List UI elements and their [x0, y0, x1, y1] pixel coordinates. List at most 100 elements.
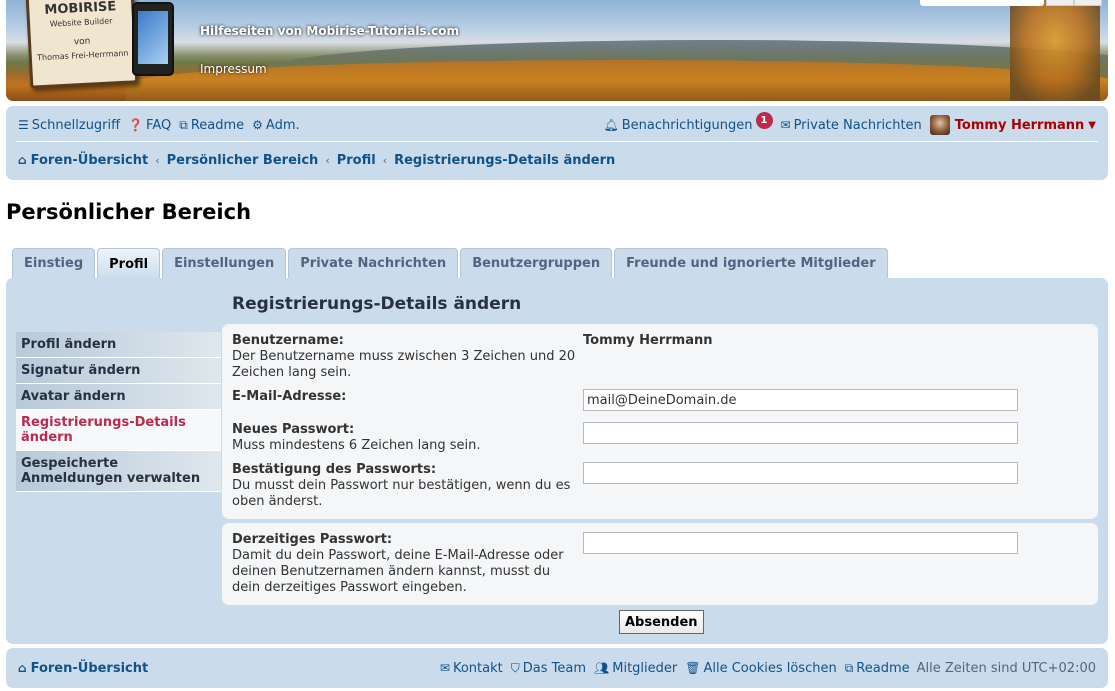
inbox-icon: ✉ — [780, 118, 791, 132]
tablet-image — [132, 2, 174, 76]
avatar — [929, 115, 950, 135]
email-label-block: E-Mail-Adresse: — [232, 389, 577, 405]
email-field[interactable] — [583, 389, 1018, 411]
users-icon: 👥︎ — [594, 661, 610, 675]
sidemenu-item-signature[interactable]: Signatur ändern — [16, 358, 221, 384]
current-password-hint: Damit du dein Passwort, deine E-Mail-Adr… — [232, 548, 564, 595]
delete-cookies-label: Alle Cookies löschen — [703, 660, 837, 676]
notifications-badge: 1 — [755, 111, 773, 129]
sidemenu-item-avatar[interactable]: Avatar ändern — [16, 384, 221, 410]
hamburger-icon: ☰ — [18, 118, 29, 132]
footer-readme-link[interactable]: ⧉ Readme — [845, 661, 910, 676]
new-password-field[interactable] — [583, 422, 1018, 444]
site-title[interactable]: Hilfeseiten von Mobirise-Tutorials.com — [200, 24, 459, 38]
notifications-label: Benachrichtigungen — [621, 117, 753, 133]
private-messages-link[interactable]: ✉ Private Nachrichten — [781, 118, 922, 133]
chevron-left-icon: ‹ — [382, 153, 388, 167]
members-link[interactable]: 👥︎ Mitglieder — [594, 661, 677, 676]
ucp-sidemenu: Profil ändern Signatur ändern Avatar änd… — [16, 332, 221, 492]
new-password-hint: Muss mindestens 6 Zeichen lang sein. — [232, 438, 481, 453]
faq-link[interactable]: ❓ FAQ — [128, 118, 171, 133]
chevron-left-icon: ‹ — [325, 153, 330, 167]
contact-label: Kontakt — [452, 660, 503, 676]
admin-link[interactable]: ⚙ Adm. — [252, 118, 299, 133]
caret-down-icon: ▼ — [1088, 119, 1096, 131]
submit-button[interactable]: Absenden — [619, 610, 704, 634]
tab-profile[interactable]: Profil — [97, 248, 161, 279]
tab-usergroups[interactable]: Benutzergruppen — [460, 248, 613, 278]
confirm-password-hint: Du musst dein Passwort nur bestätigen, w… — [232, 478, 571, 509]
contact-link[interactable]: ✉ Kontakt — [440, 661, 503, 676]
quicklinks-label: Schnellzugriff — [31, 117, 121, 133]
advanced-search-button[interactable] — [1074, 0, 1102, 6]
username-value: Tommy Herrmann — [583, 333, 713, 348]
quicklinks-menu[interactable]: ☰ Schnellzugriff — [18, 118, 120, 133]
username-value-block: Tommy Herrmann — [583, 333, 713, 348]
breadcrumb-item-profile[interactable]: Profil — [337, 153, 376, 168]
current-password-fieldset: Derzeitiges Passwort: Damit du dein Pass… — [222, 523, 1098, 605]
copy-icon: ⧉ — [179, 117, 188, 132]
sidemenu-item-profile[interactable]: Profil ändern — [16, 332, 221, 358]
search-input[interactable] — [920, 0, 1044, 6]
notifications-link[interactable]: 🔔︎ Benachrichtigungen 1 — [603, 111, 773, 134]
username-label: Benutzername: — [232, 333, 344, 348]
bell-icon: 🔔︎ — [603, 118, 619, 132]
footer-readme-label: Readme — [856, 660, 910, 676]
team-label: Das Team — [522, 660, 586, 676]
confirm-password-label: Bestätigung des Passworts: — [232, 462, 437, 477]
delete-cookies-link[interactable]: 🗑︎ Alle Cookies löschen — [685, 661, 836, 676]
team-link[interactable]: ⛉ Das Team — [511, 661, 586, 676]
home-icon: ⌂ — [18, 661, 27, 675]
home-icon: ⌂ — [18, 153, 27, 167]
faq-label: FAQ — [146, 117, 172, 133]
user-menu[interactable]: Tommy Herrmann ▼ — [929, 115, 1096, 135]
site-logo[interactable]: MOBIRISE Website Builder von Thomas Frei… — [25, 0, 139, 89]
shield-icon: ⛉ — [510, 660, 520, 675]
email-label: E-Mail-Adresse: — [232, 389, 347, 404]
current-password-label: Derzeitiges Passwort: — [232, 532, 393, 547]
breadcrumb-item-ucp[interactable]: Persönlicher Bereich — [167, 153, 319, 168]
sidemenu-item-reg-details[interactable]: Registrierungs-Details ändern — [16, 410, 221, 451]
sidemenu-item-autologin[interactable]: Gespeicherte Anmeldungen verwalten — [16, 451, 221, 492]
search-button[interactable] — [1046, 0, 1074, 6]
impressum-link[interactable]: Impressum — [200, 62, 267, 76]
footer-index-label: Foren-Übersicht — [30, 660, 149, 676]
confirm-password-label-block: Bestätigung des Passworts: Du musst dein… — [232, 462, 577, 510]
form-title: Registrierungs-Details ändern — [232, 294, 522, 314]
breadcrumb-label: Foren-Übersicht — [30, 152, 149, 168]
question-circle-icon: ❓ — [128, 118, 144, 132]
new-password-label-block: Neues Passwort: Muss mindestens 6 Zeiche… — [232, 422, 577, 454]
tab-friends-foes[interactable]: Freunde und ignorierte Mitglieder — [614, 248, 888, 278]
banner-tree — [1010, 0, 1100, 101]
tab-private-messages[interactable]: Private Nachrichten — [288, 248, 459, 278]
new-password-value-block — [583, 422, 1018, 444]
ucp-tabs: Einstieg Profil Einstellungen Private Na… — [12, 248, 890, 279]
logo-author: Thomas Frei-Herrmann — [36, 48, 129, 63]
header-banner: MOBIRISE Website Builder von Thomas Frei… — [6, 0, 1108, 101]
new-password-label: Neues Passwort: — [232, 422, 355, 437]
readme-label: Readme — [190, 117, 245, 133]
confirm-password-field[interactable] — [583, 462, 1018, 484]
readme-link[interactable]: ⧉ Readme — [179, 118, 244, 133]
current-password-field[interactable] — [583, 532, 1018, 554]
cogs-icon: ⚙ — [252, 118, 263, 132]
ucp-panel: Registrierungs-Details ändern Profil änd… — [6, 278, 1108, 644]
username-label-block: Benutzername: Der Benutzername muss zwis… — [232, 333, 577, 381]
username-hint: Der Benutzername muss zwischen 3 Zeichen… — [232, 349, 576, 380]
breadcrumb: ⌂ Foren-Übersicht ‹ Persönlicher Bereich… — [18, 149, 1096, 171]
chevron-left-icon: ‹ — [155, 153, 160, 167]
timezone-text: Alle Zeiten sind UTC+02:00 — [916, 660, 1096, 676]
breadcrumb-item-index[interactable]: ⌂ Foren-Übersicht — [18, 153, 148, 168]
footer-navbar: ⌂ Foren-Übersicht ✉ Kontakt ⛉ Das Team 👥… — [6, 648, 1108, 688]
nav-top-row: ☰ Schnellzugriff ❓ FAQ ⧉ Readme ⚙ Adm. 🔔… — [18, 111, 1096, 136]
members-label: Mitglieder — [612, 660, 678, 676]
breadcrumb-item-reg-details[interactable]: Registrierungs-Details ändern — [394, 153, 615, 168]
footer-index-link[interactable]: ⌂ Foren-Übersicht — [18, 661, 148, 676]
tab-overview[interactable]: Einstieg — [12, 248, 96, 278]
reg-details-fieldset: Benutzername: Der Benutzername muss zwis… — [222, 324, 1098, 519]
email-value-block — [583, 389, 1018, 411]
tab-preferences[interactable]: Einstellungen — [162, 248, 287, 278]
nav-divider — [16, 141, 1098, 142]
admin-label: Adm. — [265, 117, 300, 133]
page-title: Persönlicher Bereich — [6, 200, 252, 224]
